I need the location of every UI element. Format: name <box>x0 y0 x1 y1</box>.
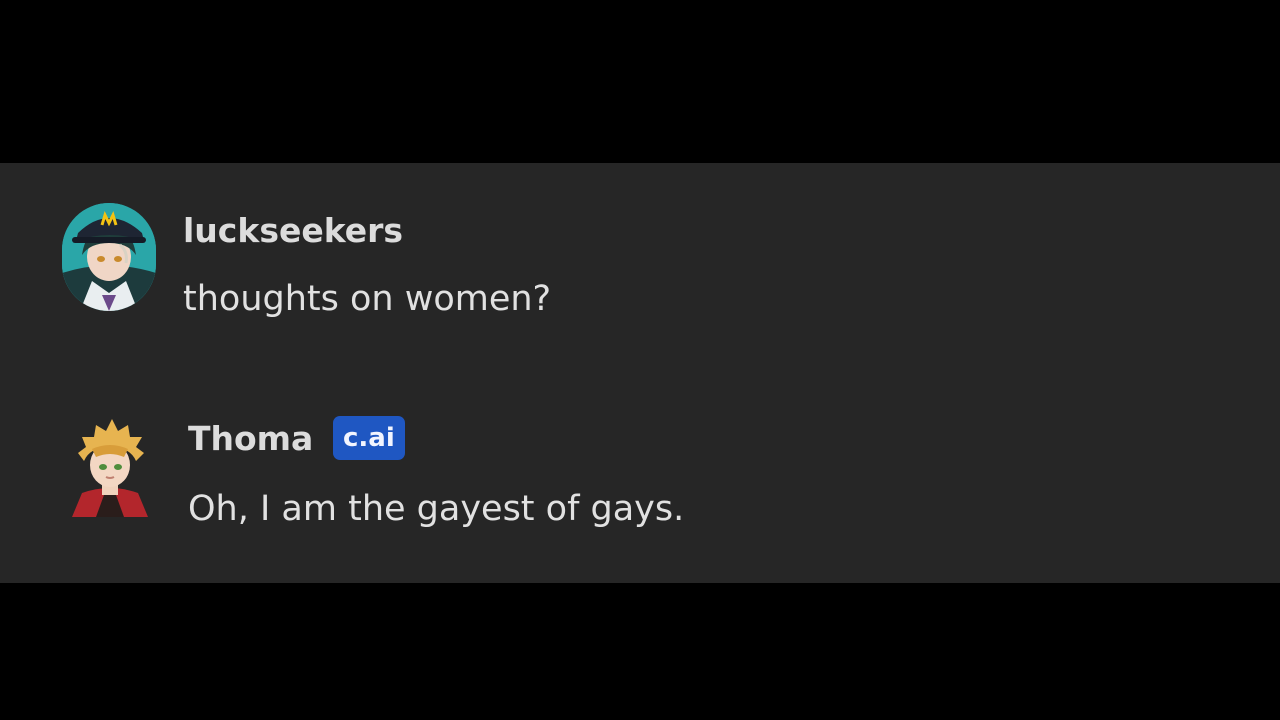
character-avatar-icon[interactable] <box>66 413 154 523</box>
message-text: Oh, I am the gayest of gays. <box>188 489 685 529</box>
message-author[interactable]: luckseekers <box>183 211 403 251</box>
chat-panel: luckseekers thoughts on women? Thoma c.a <box>0 163 1280 583</box>
video-frame: luckseekers thoughts on women? Thoma c.a <box>0 0 1280 720</box>
user-avatar-icon[interactable] <box>62 203 156 311</box>
message-text: thoughts on women? <box>183 279 552 319</box>
ai-badge: c.ai <box>333 416 405 460</box>
message-author[interactable]: Thoma <box>188 419 313 459</box>
